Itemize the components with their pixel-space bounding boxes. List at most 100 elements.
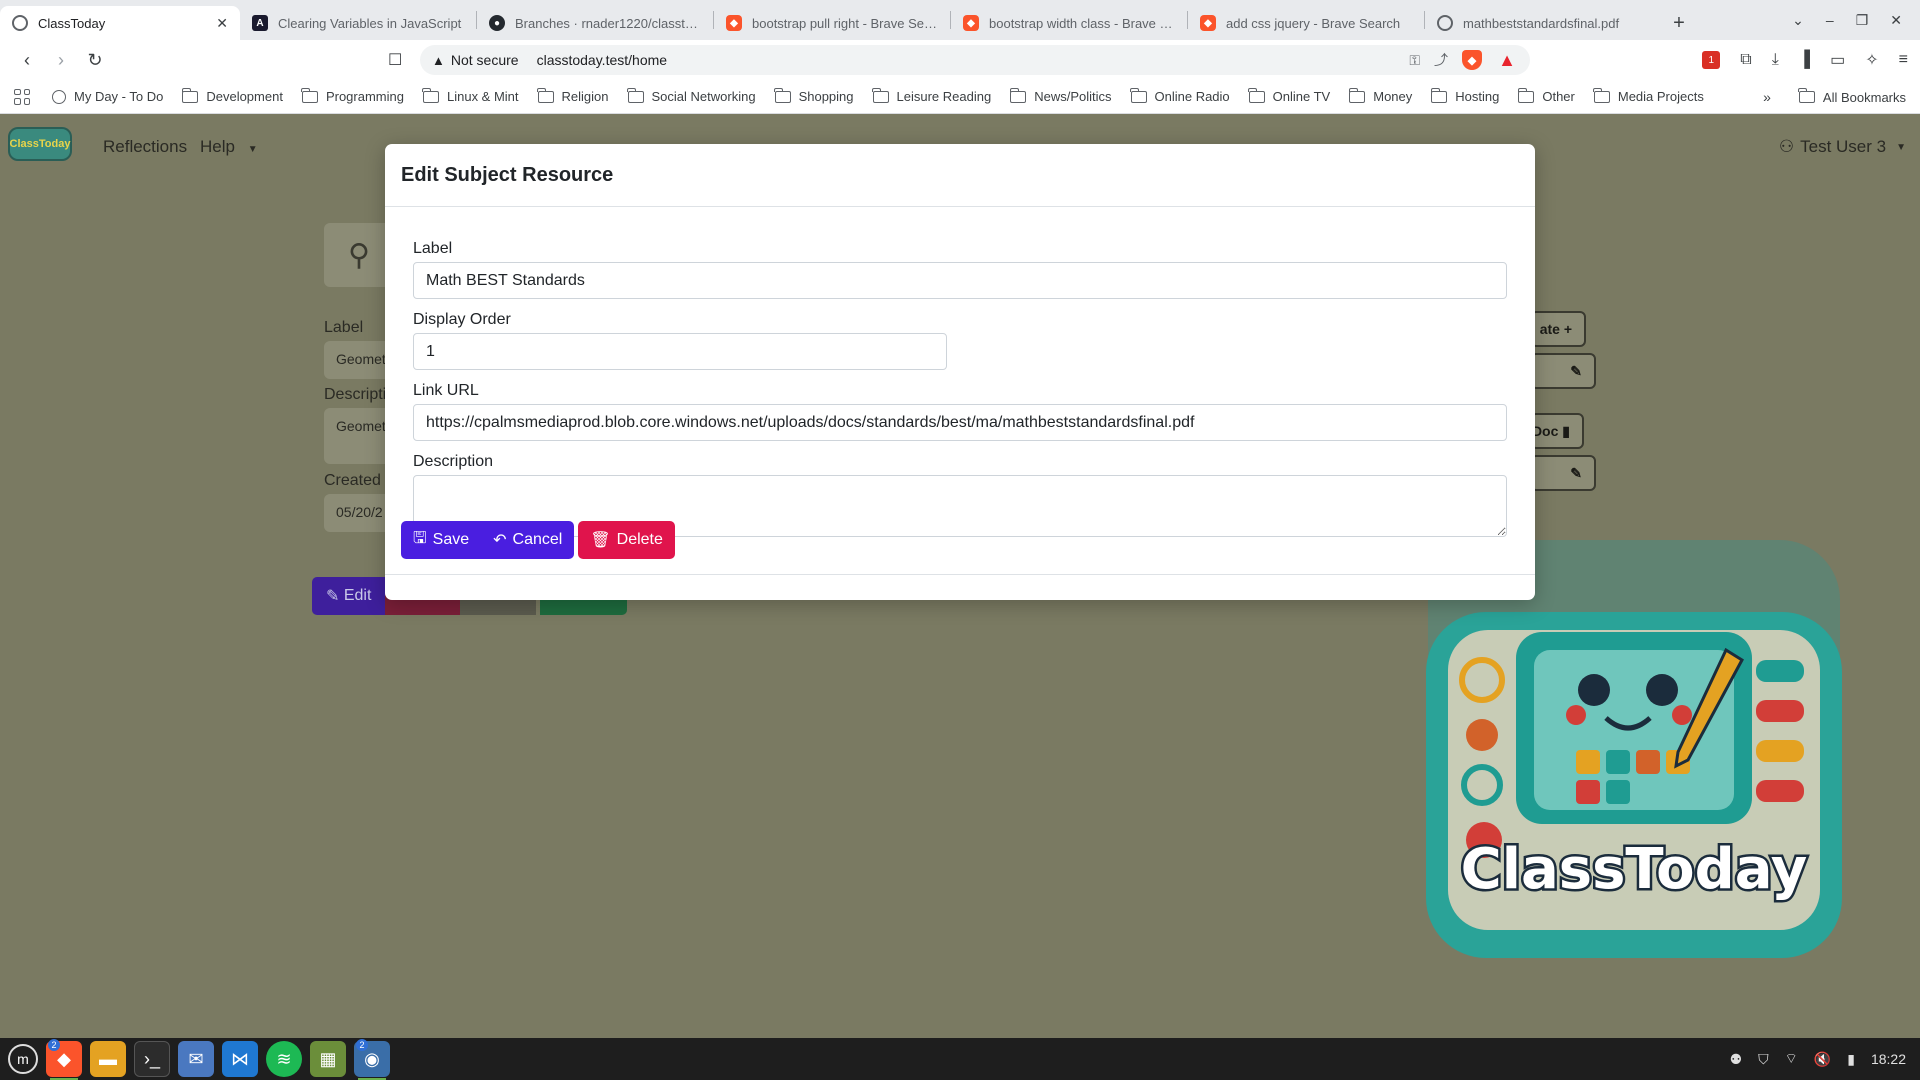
bookmark-media[interactable]: Media Projects (1593, 87, 1704, 104)
label-input[interactable] (413, 262, 1507, 299)
tab-search-icon[interactable]: ⌄ (1792, 12, 1804, 29)
display-order-input[interactable] (413, 333, 947, 370)
brave-browser-icon[interactable]: ◆ 2 (46, 1039, 82, 1080)
system-tray: ⚉ ⛉ ⌔ 🔇 ▮ 18:22 (1730, 1038, 1906, 1080)
link-url-label: Link URL (413, 382, 479, 399)
close-window-icon[interactable]: ✕ (1890, 12, 1902, 29)
brave-icon: ◆ (726, 15, 742, 31)
brave-shield-icon[interactable]: ◆ (1462, 50, 1482, 70)
tab-title: Branches · rnader1220/classtoday (515, 15, 701, 31)
window-controls: ⌄ – ❐ ✕ (1792, 0, 1920, 40)
shield-icon[interactable]: ⛉ (1758, 1051, 1769, 1068)
screenshot-badge: 2 (356, 1039, 368, 1051)
bookmark-radio[interactable]: Online Radio (1130, 87, 1230, 104)
omnibox-actions: ⚿ ⤴ ◆ ▲ (1409, 50, 1518, 70)
power-icon[interactable]: ▮ (1847, 1051, 1855, 1068)
tab-clearing-variables[interactable]: A Clearing Variables in JavaScript (240, 6, 476, 40)
tab-bootstrap-width[interactable]: ◆ bootstrap width class - Brave Search (951, 6, 1187, 40)
save-button[interactable]: 🖫 Save (401, 521, 482, 559)
bookmark-hosting[interactable]: Hosting (1430, 87, 1499, 104)
cancel-button[interactable]: ↶ Cancel (481, 521, 575, 559)
tab-math-pdf[interactable]: mathbeststandardsfinal.pdf (1425, 6, 1661, 40)
caret-down-icon: ▼ (1896, 141, 1906, 153)
app-logo[interactable]: ClassToday (8, 127, 72, 161)
accessibility-icon[interactable]: ⚉ (1730, 1051, 1743, 1068)
terminal-icon[interactable]: ›_ (134, 1041, 170, 1077)
tab-bootstrap-pull-right[interactable]: ◆ bootstrap pull right - Brave Search (714, 6, 950, 40)
delete-label: Delete (616, 531, 663, 548)
bookmark-other[interactable]: Other (1517, 87, 1575, 104)
leo-icon[interactable]: ✧ (1865, 50, 1878, 70)
spotify-icon[interactable]: ≋ (266, 1041, 302, 1077)
files-icon[interactable]: ▬ (90, 1041, 126, 1077)
brave-rewards-icon[interactable]: ▲ (1496, 50, 1518, 70)
maximize-icon[interactable]: ❐ (1856, 12, 1869, 29)
pencil-icon: ✎ (326, 588, 340, 605)
extension-icon[interactable]: 1 (1702, 51, 1721, 69)
key-icon[interactable]: ⚿ (1409, 52, 1420, 69)
bookmark-development[interactable]: Development (181, 87, 283, 104)
wallet-icon[interactable]: ▭ (1830, 50, 1845, 70)
label-group: Label (413, 240, 1507, 299)
minecraft-icon[interactable]: ▦ (310, 1041, 346, 1077)
bookmark-religion[interactable]: Religion (537, 87, 609, 104)
security-status[interactable]: Not secure (451, 52, 519, 68)
floppy-disk-icon: 🖫 (413, 529, 427, 547)
volume-muted-icon[interactable]: 🔇 (1814, 1051, 1831, 1068)
apps-icon[interactable] (14, 88, 30, 105)
bookmark-programming[interactable]: Programming (301, 87, 404, 104)
sidebar-icon[interactable]: ▐ (1799, 51, 1810, 69)
url-text[interactable]: classtoday.test/home (537, 52, 667, 68)
bookmark-shopping[interactable]: Shopping (774, 87, 854, 104)
bookmark-leisure[interactable]: Leisure Reading (872, 87, 991, 104)
display-order-group: Display Order (413, 311, 1507, 370)
modal-title: Edit Subject Resource (401, 163, 614, 186)
bookmark-news[interactable]: News/Politics (1009, 87, 1112, 104)
nav-reflections[interactable]: Reflections (103, 137, 187, 157)
link-url-input[interactable] (413, 404, 1507, 441)
bookmarks-right: » All Bookmarks (1763, 80, 1906, 114)
address-bar[interactable]: ▲ Not secure classtoday.test/home ⚿ ⤴ ◆ … (420, 45, 1530, 75)
bookmark-social[interactable]: Social Networking (627, 87, 756, 104)
clock[interactable]: 18:22 (1871, 1051, 1906, 1067)
mail-icon[interactable]: ✉ (178, 1041, 214, 1077)
bg-edit-pencil-button: ✎ (1530, 353, 1596, 389)
close-icon[interactable]: ✕ (216, 15, 228, 32)
minimize-icon[interactable]: – (1826, 12, 1834, 28)
mint-menu-icon[interactable]: m (8, 1044, 38, 1074)
wifi-icon[interactable]: ⌔ (1785, 1050, 1798, 1068)
delete-button[interactable]: 🗑 Delete (578, 521, 675, 559)
cancel-label: Cancel (512, 531, 563, 548)
modal-body: Label Display Order Link URL Description (413, 240, 1507, 552)
bookmark-my-day[interactable]: My Day - To Do (52, 89, 163, 104)
new-tab-button[interactable]: + (1661, 6, 1697, 40)
bookmark-money[interactable]: Money (1348, 87, 1412, 104)
vscode-icon[interactable]: ⋈ (222, 1041, 258, 1077)
bookmark-linux[interactable]: Linux & Mint (422, 87, 519, 104)
mascot-wordmark: ClassToday (1461, 837, 1808, 902)
forward-icon[interactable]: › (46, 45, 76, 75)
all-bookmarks[interactable]: All Bookmarks (1798, 88, 1906, 105)
back-icon[interactable]: ‹ (12, 45, 42, 75)
puzzle-icon[interactable]: ⧉ (1740, 51, 1751, 69)
nav-help-label: Help (200, 137, 235, 156)
folder-icon (1348, 87, 1366, 103)
tab-add-css-jquery[interactable]: ◆ add css jquery - Brave Search (1188, 6, 1424, 40)
bg-created-heading: Created (324, 472, 381, 489)
screenshot-icon[interactable]: ◉ 2 (354, 1039, 390, 1080)
menu-icon[interactable]: ≡ (1899, 51, 1908, 69)
tab-classtoday[interactable]: ClassToday ✕ (0, 6, 240, 40)
share-icon[interactable]: ⤴ (1434, 50, 1448, 70)
download-icon[interactable]: ⤓ (1772, 51, 1779, 69)
chevron-right-icon[interactable]: » (1763, 89, 1771, 105)
bookmark-icon[interactable]: ☐ (388, 50, 402, 70)
folder-icon (422, 87, 439, 103)
user-menu[interactable]: ⚇ Test User 3 ▼ (1779, 137, 1906, 157)
folder-icon (774, 87, 791, 103)
bookmark-tv[interactable]: Online TV (1248, 87, 1331, 104)
nav-help[interactable]: Help ▼ (200, 137, 258, 157)
reload-icon[interactable]: ↻ (80, 45, 110, 75)
bookmark-label: Online TV (1272, 89, 1331, 104)
tab-branches[interactable]: ● Branches · rnader1220/classtoday (477, 6, 713, 40)
browser-tab-bar: ClassToday ✕ A Clearing Variables in Jav… (0, 0, 1920, 40)
